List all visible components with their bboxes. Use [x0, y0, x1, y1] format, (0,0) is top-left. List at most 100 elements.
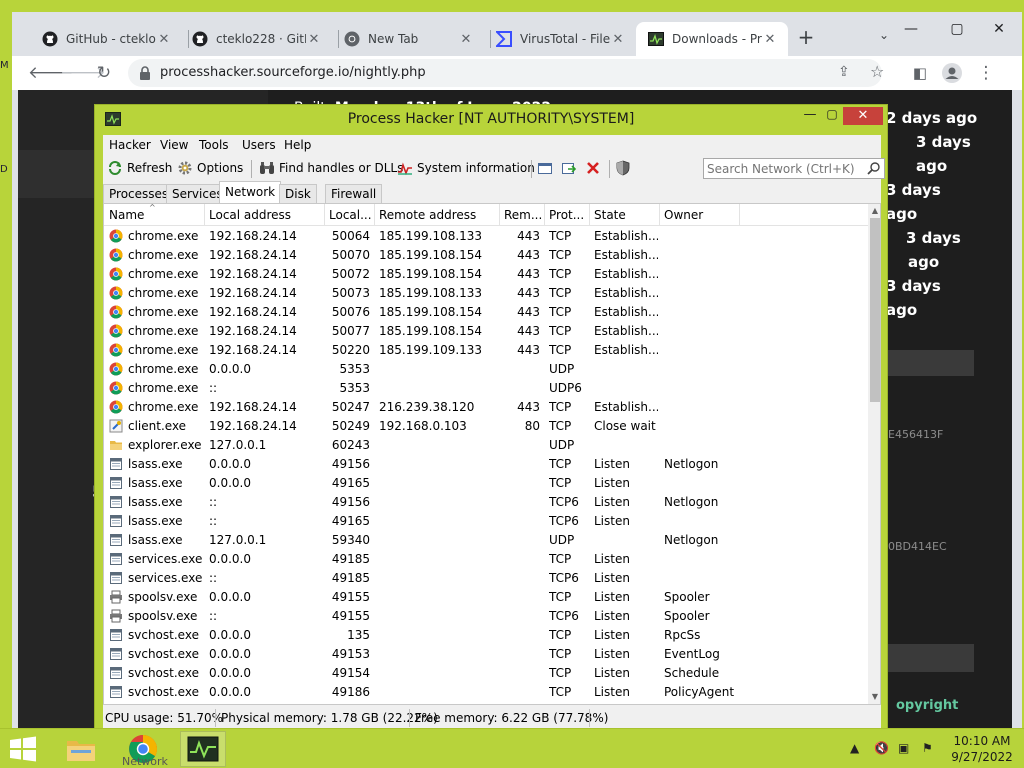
show-window-button[interactable] — [537, 159, 557, 177]
table-row[interactable]: spoolsv.exe:: 49155 TCP6 Listen Spooler — [104, 607, 870, 626]
tab-disk[interactable]: Disk — [279, 184, 317, 203]
column-header-owner[interactable]: Owner — [664, 208, 703, 222]
action-center-flag-icon[interactable]: ⚑ — [922, 741, 933, 755]
close-icon[interactable]: ✕ — [306, 32, 322, 47]
column-divider[interactable] — [324, 204, 325, 226]
volume-muted-icon[interactable]: 🔇 — [874, 741, 889, 755]
file-explorer-icon[interactable] — [58, 731, 104, 767]
close-icon[interactable]: ✕ — [156, 32, 172, 47]
kebab-menu-icon[interactable]: ⋮ — [974, 61, 998, 85]
system-clock[interactable]: 10:10 AM 9/27/2022 — [944, 733, 1020, 765]
table-row[interactable]: spoolsv.exe 0.0.0.0 49155 TCP Listen Spooler — [104, 588, 870, 607]
table-row[interactable]: chrome.exe 192.168.24.14 50072 185.199.108.… — [104, 265, 870, 284]
forward-arrow-icon[interactable]: 🡒 — [60, 61, 106, 85]
column-header-local-address[interactable]: Local address — [209, 208, 291, 222]
elevation-shield-button[interactable] — [615, 159, 635, 177]
column-divider[interactable] — [659, 204, 660, 226]
browser-tab-github-2[interactable]: cteklo228 · GitH ✕ — [180, 22, 332, 56]
column-header-protocol[interactable]: Prot... — [549, 208, 584, 222]
table-row[interactable]: chrome.exe 0.0.0.0 5353 UDP — [104, 360, 870, 379]
maximize-button[interactable]: ▢ — [821, 107, 843, 125]
minimize-button[interactable]: — — [896, 18, 926, 40]
browser-tab-github[interactable]: GitHub - cteklo2 ✕ — [30, 22, 182, 56]
browser-tab-downloads[interactable]: Downloads - Pro ✕ — [636, 22, 788, 56]
table-row[interactable]: explorer.exe 127.0.0.1 60243 UDP — [104, 436, 870, 455]
address-bar[interactable]: processhacker.sourceforge.io/nightly.php… — [128, 59, 884, 87]
tab-search-chevron-icon[interactable]: ⌄ — [874, 28, 894, 48]
table-row[interactable]: chrome.exe 192.168.24.14 50077 185.199.108.… — [104, 322, 870, 341]
close-button[interactable]: ✕ — [984, 18, 1014, 40]
tab-firewall[interactable]: Firewall — [325, 184, 383, 203]
vertical-scrollbar[interactable]: ▲ ▼ — [868, 204, 880, 704]
browser-tab-new-tab[interactable]: New Tab ✕ — [332, 22, 484, 56]
menu-users[interactable]: Users — [242, 138, 276, 152]
column-divider[interactable] — [739, 204, 740, 226]
column-divider[interactable] — [499, 204, 500, 226]
minimize-button[interactable]: — — [799, 107, 821, 125]
table-row[interactable]: chrome.exe 192.168.24.14 50073 185.199.108.… — [104, 284, 870, 303]
table-row[interactable]: client.exe 192.168.24.14 50249 192.168.0.10… — [104, 417, 870, 436]
table-row[interactable]: chrome.exe 192.168.24.14 50070 185.199.108.… — [104, 246, 870, 265]
find-handles-button[interactable]: Find handles or DLLs — [259, 159, 403, 177]
table-row[interactable]: chrome.exe 192.168.24.14 50076 185.199.108.… — [104, 303, 870, 322]
column-divider[interactable] — [204, 204, 205, 226]
column-header-remote-port[interactable]: Rem... — [504, 208, 542, 222]
bookmark-star-icon[interactable]: ☆ — [870, 62, 884, 81]
table-row[interactable]: lsass.exe:: 49156 TCP6 Listen Netlogon — [104, 493, 870, 512]
options-button[interactable]: Options — [177, 159, 243, 177]
windows-start-icon[interactable] — [8, 736, 38, 762]
search-icon[interactable] — [867, 161, 881, 175]
new-tab-button[interactable]: + — [794, 26, 818, 50]
process-hacker-icon[interactable] — [180, 731, 226, 767]
system-information-button[interactable]: System information — [397, 159, 535, 177]
column-divider[interactable] — [374, 204, 375, 226]
scroll-up-arrow-icon[interactable]: ▲ — [868, 204, 880, 218]
scroll-down-arrow-icon[interactable]: ▼ — [868, 690, 880, 704]
table-row[interactable]: chrome.exe 192.168.24.14 50220 185.199.109.… — [104, 341, 870, 360]
back-arrow-icon[interactable]: 🡐 — [28, 61, 74, 85]
table-row[interactable]: svchost.exe 0.0.0.0 135 TCP Listen RpcSs — [104, 626, 870, 645]
close-icon[interactable]: ✕ — [610, 32, 626, 47]
refresh-button[interactable]: Refresh — [107, 159, 172, 177]
close-connection-button[interactable] — [585, 159, 605, 177]
title-bar[interactable]: Process Hacker [NT AUTHORITY\SYSTEM] — ▢… — [95, 105, 887, 135]
side-panel-icon[interactable]: ◧ — [908, 61, 932, 85]
network-icon[interactable]: ▣ — [898, 741, 909, 755]
menu-view[interactable]: View — [160, 138, 188, 152]
table-row[interactable]: lsass.exe:: 49165 TCP6 Listen — [104, 512, 870, 531]
table-row[interactable]: lsass.exe 0.0.0.0 49156 TCP Listen Netlogon — [104, 455, 870, 474]
table-row[interactable]: svchost.exe 0.0.0.0 49154 TCP Listen Schedule — [104, 664, 870, 683]
table-row[interactable]: svchost.exe 0.0.0.0 49186 TCP Listen PolicyAg… — [104, 683, 870, 702]
tray-overflow-chevron-icon[interactable]: ▲ — [850, 741, 859, 755]
column-header-state[interactable]: State — [594, 208, 626, 222]
table-row[interactable]: services.exe:: 49185 TCP6 Listen — [104, 569, 870, 588]
column-divider[interactable] — [544, 204, 545, 226]
close-icon[interactable]: ✕ — [762, 32, 778, 47]
table-row[interactable]: lsass.exe 0.0.0.0 49165 TCP Listen — [104, 474, 870, 493]
menu-tools[interactable]: Tools — [199, 138, 229, 152]
tab-network[interactable]: Network — [219, 181, 282, 203]
menu-hacker[interactable]: Hacker — [109, 138, 151, 152]
profile-avatar-icon[interactable] — [940, 61, 964, 85]
table-row[interactable]: services.exe 0.0.0.0 49185 TCP Listen — [104, 550, 870, 569]
column-header-local-port[interactable]: Local... — [329, 208, 372, 222]
table-row[interactable]: chrome.exe 192.168.24.14 50064 185.199.108.… — [104, 227, 870, 246]
menu-help[interactable]: Help — [284, 138, 311, 152]
close-icon[interactable]: ✕ — [458, 32, 474, 47]
table-row[interactable]: lsass.exe 127.0.0.1 59340 UDP Netlogon — [104, 531, 870, 550]
share-icon[interactable]: ⇪ — [838, 64, 850, 80]
go-to-window-button[interactable] — [561, 159, 581, 177]
maximize-button[interactable]: ▢ — [942, 18, 972, 40]
table-row[interactable]: svchost.exe 0.0.0.0 49153 TCP Listen EventLog — [104, 645, 870, 664]
column-header-name[interactable]: Name — [109, 208, 144, 222]
column-header-remote-address[interactable]: Remote address — [379, 208, 476, 222]
column-divider[interactable] — [589, 204, 590, 226]
network-search-input[interactable] — [707, 161, 865, 176]
table-row[interactable]: chrome.exe:: 5353 UDP6 — [104, 379, 870, 398]
tab-processes[interactable]: Processes — [103, 184, 175, 203]
table-row[interactable]: chrome.exe 192.168.24.14 50247 216.239.38.1… — [104, 398, 870, 417]
scrollbar-thumb[interactable] — [870, 218, 880, 402]
close-button[interactable]: ✕ — [843, 107, 883, 125]
reload-icon[interactable]: ↻ — [92, 61, 116, 85]
browser-tab-virustotal[interactable]: VirusTotal - File ✕ — [484, 22, 636, 56]
